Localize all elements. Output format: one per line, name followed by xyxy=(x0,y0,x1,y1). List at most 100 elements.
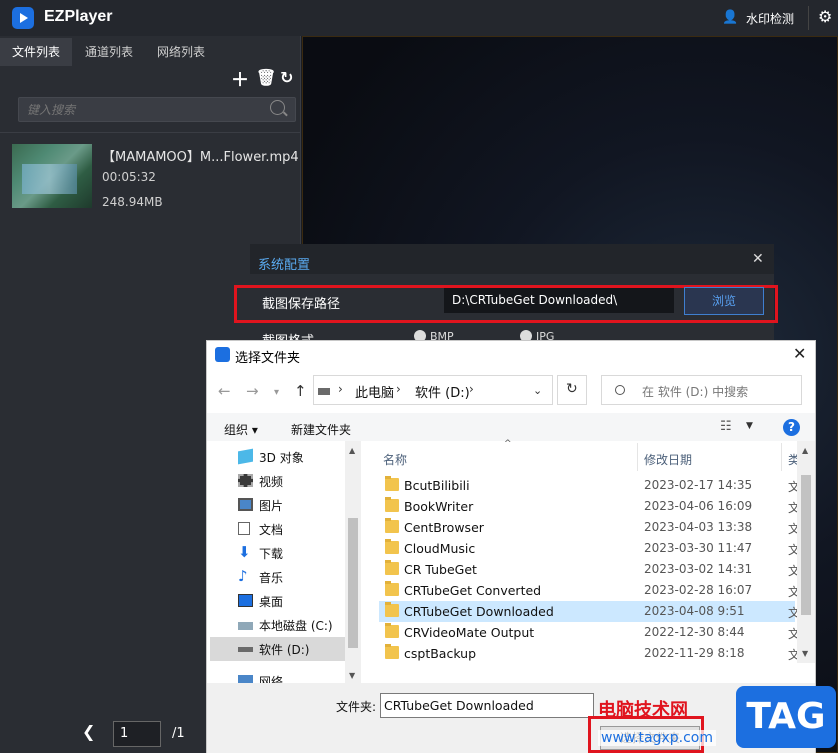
breadcrumb-drive-d[interactable]: 软件 (D:) xyxy=(415,382,470,401)
scroll-up-icon[interactable]: ▲ xyxy=(349,446,355,455)
screenshot-path-input[interactable]: D:\CRTubeGet Downloaded\ xyxy=(444,288,674,313)
cube-icon xyxy=(238,448,253,465)
drive-icon xyxy=(238,622,253,630)
network-icon xyxy=(238,675,253,683)
nav-item-pictures[interactable]: 图片 xyxy=(210,493,345,517)
breadcrumb-this-pc[interactable]: 此电脑 xyxy=(355,382,394,401)
nav-item-downloads[interactable]: ⬇ 下载 xyxy=(210,541,345,565)
column-divider[interactable] xyxy=(637,443,638,471)
desktop-icon xyxy=(238,594,253,607)
scroll-down-icon[interactable]: ▼ xyxy=(802,649,808,658)
dialog-header xyxy=(250,244,774,274)
search-icon xyxy=(615,385,625,395)
watermark-detect-button[interactable]: 水印检测 xyxy=(746,10,794,27)
table-row[interactable]: BookWriter 2023-04-06 16:09 文 xyxy=(379,496,800,517)
chevron-right-icon[interactable]: › xyxy=(396,382,401,396)
site-watermark-url: www.tagxp.com xyxy=(598,730,716,746)
divider xyxy=(808,6,809,30)
forward-arrow-icon[interactable]: → xyxy=(246,382,259,400)
music-note-icon: ♪ xyxy=(238,567,248,585)
column-divider[interactable] xyxy=(781,443,782,471)
nav-item-drive-d[interactable]: 软件 (D:) xyxy=(210,637,345,661)
folder-icon xyxy=(385,497,399,512)
table-row[interactable]: CloudMusic 2023-03-30 11:47 文 xyxy=(379,538,800,559)
settings-gear-icon[interactable]: ⚙ xyxy=(818,7,832,26)
folder-icon xyxy=(385,623,399,638)
file-name[interactable]: 【MAMAMOO】M...Flower.mp4 xyxy=(102,146,299,165)
nav-item-desktop[interactable]: 桌面 xyxy=(210,589,345,613)
file-size: 248.94MB xyxy=(102,195,163,209)
list-scroll-thumb[interactable] xyxy=(801,475,811,615)
trash-icon[interactable]: 🗑 xyxy=(256,68,276,87)
browse-button[interactable]: 浏览 xyxy=(684,287,764,315)
scroll-up-icon[interactable]: ▲ xyxy=(802,446,808,455)
table-row[interactable]: CRVideoMate Output 2022-12-30 8:44 文 xyxy=(379,622,800,643)
divider xyxy=(0,132,301,133)
folder-label: 文件夹: xyxy=(336,700,377,714)
tab-file-list[interactable]: 文件列表 xyxy=(0,38,73,66)
dialog-title: 选择文件夹 xyxy=(235,351,301,366)
app-title: EZPlayer xyxy=(44,8,113,25)
folder-icon xyxy=(385,602,399,617)
nav-scroll-thumb[interactable] xyxy=(348,518,358,648)
organize-menu[interactable]: 组织 ▾ xyxy=(224,421,258,438)
loop-icon[interactable]: ↻ xyxy=(280,68,293,87)
tab-channel-list[interactable]: 通道列表 xyxy=(73,38,145,66)
refresh-icon[interactable]: ↻ xyxy=(566,381,578,397)
close-icon[interactable]: ✕ xyxy=(793,344,806,363)
nav-item-videos[interactable]: 视频 xyxy=(210,469,345,493)
chevron-down-icon[interactable]: ⌄ xyxy=(533,384,542,397)
table-row[interactable]: csptBackup 2022-11-29 8:18 文 xyxy=(379,643,800,664)
video-thumbnail[interactable] xyxy=(12,144,92,208)
nav-item-3d-objects[interactable]: 3D 对象 xyxy=(210,445,345,469)
nav-item-network[interactable]: 网络 xyxy=(210,667,345,683)
nav-item-documents[interactable]: 文档 xyxy=(210,517,345,541)
scroll-down-icon[interactable]: ▼ xyxy=(349,671,355,680)
add-icon[interactable]: ＋ xyxy=(231,66,249,92)
search-box[interactable] xyxy=(18,97,296,122)
back-arrow-icon[interactable]: ← xyxy=(218,382,231,400)
page-input[interactable]: 1 xyxy=(113,721,161,747)
nav-item-local-disk-c[interactable]: 本地磁盘 (C:) xyxy=(210,613,345,637)
folder-icon xyxy=(385,560,399,575)
file-duration: 00:05:32 xyxy=(102,170,156,184)
page-total: /1 xyxy=(172,726,185,741)
search-input[interactable] xyxy=(19,98,259,121)
folder-search-placeholder[interactable]: 在 软件 (D:) 中搜索 xyxy=(642,383,748,400)
recent-dropdown-icon[interactable]: ▾ xyxy=(274,387,279,398)
folder-icon xyxy=(385,644,399,659)
folder-name-input[interactable]: CRTubeGet Downloaded xyxy=(380,693,594,718)
picture-icon xyxy=(238,498,253,511)
folder-icon xyxy=(385,539,399,554)
search-icon[interactable] xyxy=(270,100,285,115)
title-bar xyxy=(0,0,838,36)
close-icon[interactable]: ✕ xyxy=(752,251,764,267)
film-icon xyxy=(238,474,253,487)
chevron-down-icon[interactable]: ▼ xyxy=(746,421,753,431)
app-icon xyxy=(215,347,230,362)
table-row[interactable]: CR TubeGet 2023-03-02 14:31 文 xyxy=(379,559,800,580)
tag-logo: TAG xyxy=(736,686,836,748)
column-header-name[interactable]: 名称 xyxy=(383,451,407,468)
table-row-selected[interactable]: CRTubeGet Downloaded 2023-04-08 9:51 文 xyxy=(379,601,800,622)
column-header-date[interactable]: 修改日期 xyxy=(644,451,692,468)
download-arrow-icon: ⬇ xyxy=(238,543,251,561)
folder-icon xyxy=(385,476,399,491)
table-row[interactable]: BcutBilibili 2023-02-17 14:35 文 xyxy=(379,475,800,496)
folder-icon xyxy=(385,518,399,533)
nav-item-music[interactable]: ♪ 音乐 xyxy=(210,565,345,589)
table-row[interactable]: CentBrowser 2023-04-03 13:38 文 xyxy=(379,517,800,538)
sort-caret-icon: ^ xyxy=(504,439,512,449)
chevron-right-icon[interactable]: › xyxy=(338,382,343,396)
table-row[interactable]: CRTubeGet Converted 2023-02-28 16:07 文 xyxy=(379,580,800,601)
new-folder-button[interactable]: 新建文件夹 xyxy=(291,421,351,438)
help-icon[interactable]: ? xyxy=(783,419,800,436)
view-options-icon[interactable]: ☷ xyxy=(720,419,732,434)
user-icon[interactable]: 👤 xyxy=(722,10,738,25)
drive-icon xyxy=(318,388,330,395)
chevron-right-icon[interactable]: › xyxy=(469,382,474,396)
up-arrow-icon[interactable]: ↑ xyxy=(294,382,307,400)
tab-network-list[interactable]: 网络列表 xyxy=(145,38,217,66)
prev-page-icon[interactable]: ❮ xyxy=(82,722,95,741)
folder-icon xyxy=(385,581,399,596)
